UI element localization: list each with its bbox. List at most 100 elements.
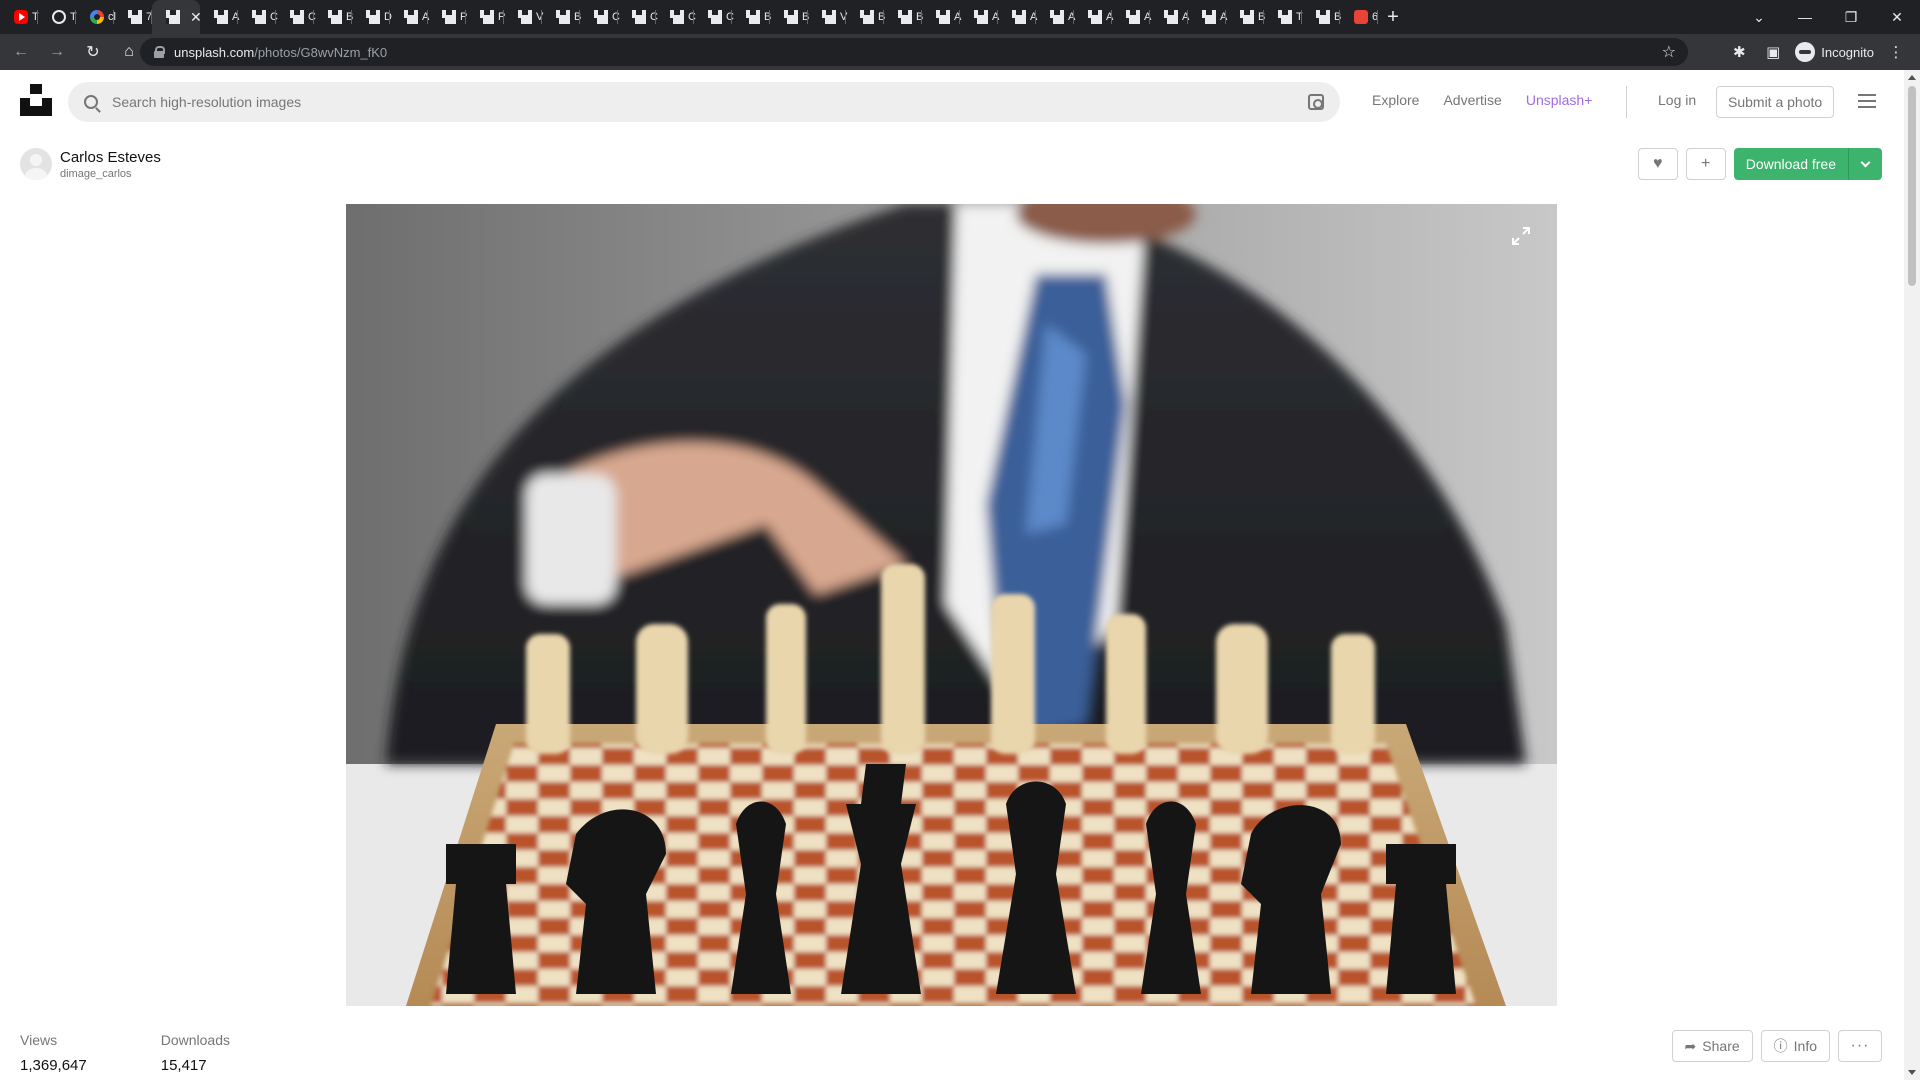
forward-button[interactable]: →: [42, 37, 72, 67]
browser-tab[interactable]: T: [1264, 0, 1303, 34]
browser-tab[interactable]: 6: [1340, 0, 1378, 34]
reload-button[interactable]: ↻: [78, 37, 108, 67]
nav-explore[interactable]: Explore: [1372, 92, 1419, 108]
browser-tab[interactable]: B: [884, 0, 923, 34]
login-link[interactable]: Log in: [1658, 92, 1696, 108]
unsplash-favicon-icon: [898, 10, 912, 24]
browser-tab[interactable]: P: [466, 0, 505, 34]
url-text: unsplash.com/photos/G8wvNzm_fK0: [174, 45, 387, 60]
browser-tab[interactable]: 7: [114, 0, 152, 34]
unsplash-favicon-icon: [860, 10, 874, 24]
toolbar-right: ✱ ▣ Incognito ⋮: [1727, 34, 1920, 70]
more-actions-button[interactable]: ···: [1838, 1030, 1882, 1062]
photo-actions: ♥ + Download free: [1637, 148, 1882, 180]
unsplash-favicon-icon: [1164, 10, 1178, 24]
scroll-down-icon[interactable]: [1908, 1070, 1916, 1075]
scrollbar-thumb[interactable]: [1908, 86, 1916, 286]
unsplash-logo-icon[interactable]: [20, 84, 52, 116]
share-arrow-icon: ➦: [1684, 1037, 1697, 1054]
address-bar[interactable]: unsplash.com/photos/G8wvNzm_fK0 ☆: [140, 38, 1688, 66]
browser-tab[interactable]: B: [846, 0, 885, 34]
extensions-icon[interactable]: ✱: [1727, 40, 1751, 64]
browser-tab[interactable]: B: [770, 0, 809, 34]
browser-tab[interactable]: C: [656, 0, 696, 34]
unsplash-favicon-icon: [632, 10, 646, 24]
browser-tab[interactable]: V: [504, 0, 543, 34]
browser-tab[interactable]: B: [1226, 0, 1265, 34]
browser-tab[interactable]: A: [200, 0, 239, 34]
new-tab-button[interactable]: +: [1378, 0, 1408, 34]
main-photo[interactable]: [346, 204, 1557, 1006]
browser-tab[interactable]: A: [1188, 0, 1227, 34]
browser-tab[interactable]: C: [276, 0, 316, 34]
search-icon[interactable]: [84, 95, 98, 109]
browser-tab[interactable]: A: [1112, 0, 1151, 34]
unsplash-favicon-icon: [290, 10, 304, 24]
plus-icon: +: [1701, 155, 1711, 172]
author-handle[interactable]: dimage_carlos: [60, 168, 161, 180]
browser-tab[interactable]: B: [542, 0, 581, 34]
lock-icon: [154, 46, 165, 58]
browser-tab[interactable]: A: [1150, 0, 1189, 34]
browser-tab[interactable]: P: [428, 0, 467, 34]
hamburger-menu-icon[interactable]: [1858, 94, 1876, 108]
bookmark-star-icon[interactable]: ☆: [1662, 42, 1676, 62]
browser-tab[interactable]: B: [1302, 0, 1341, 34]
unsplash-favicon-icon: [670, 10, 684, 24]
author-name[interactable]: Carlos Esteves: [60, 149, 161, 166]
browser-tab[interactable]: cl: [76, 0, 116, 34]
url-path: /photos/G8wvNzm_fK0: [254, 44, 388, 60]
restore-button[interactable]: ❐: [1828, 0, 1874, 34]
minimize-button[interactable]: —: [1782, 0, 1828, 34]
visual-search-icon[interactable]: [1308, 94, 1324, 110]
search-input[interactable]: [112, 94, 1212, 110]
add-to-collection-button[interactable]: +: [1685, 148, 1726, 180]
share-button[interactable]: ➦ Share: [1671, 1030, 1753, 1062]
page-scrollbar[interactable]: [1904, 70, 1920, 1080]
url-host: unsplash.com: [174, 44, 255, 60]
browser-tab[interactable]: A: [998, 0, 1037, 34]
views-label: Views: [20, 1032, 58, 1048]
browser-tab[interactable]: D: [352, 0, 392, 34]
header-divider: [1626, 86, 1627, 118]
browser-tab[interactable]: C: [694, 0, 734, 34]
browser-tab[interactable]: V: [808, 0, 847, 34]
author-info[interactable]: Carlos Esteves dimage_carlos: [20, 148, 161, 180]
browser-tab[interactable]: C: [580, 0, 620, 34]
info-button[interactable]: ⓘ Info: [1760, 1030, 1830, 1062]
browser-tab[interactable]: C: [238, 0, 278, 34]
unsplash-favicon-icon: [1202, 10, 1216, 24]
browser-tab[interactable]: A: [960, 0, 999, 34]
submit-photo-button[interactable]: Submit a photo: [1716, 86, 1835, 118]
unsplash-favicon-icon: [746, 10, 760, 24]
browser-menu-icon[interactable]: ⋮: [1884, 40, 1908, 64]
unsplash-favicon-icon: [328, 10, 342, 24]
side-panel-icon[interactable]: ▣: [1761, 40, 1785, 64]
browser-tab[interactable]: B: [314, 0, 353, 34]
download-size-dropdown[interactable]: [1848, 148, 1882, 180]
expand-icon[interactable]: [1511, 226, 1531, 246]
browser-tab[interactable]: A: [1036, 0, 1075, 34]
avatar[interactable]: [20, 148, 52, 180]
download-button[interactable]: Download free: [1733, 148, 1848, 180]
nav-unsplash-plus[interactable]: Unsplash+: [1526, 92, 1593, 108]
back-button[interactable]: ←: [6, 37, 36, 67]
nav-advertise[interactable]: Advertise: [1443, 92, 1501, 108]
browser-tab[interactable]: A: [922, 0, 961, 34]
browser-tab[interactable]: T: [38, 0, 77, 34]
close-window-button[interactable]: ✕: [1874, 0, 1920, 34]
browser-tab[interactable]: A: [1074, 0, 1113, 34]
browser-tab[interactable]: B: [732, 0, 771, 34]
unsplash-favicon-icon: [1316, 10, 1330, 24]
incognito-indicator[interactable]: Incognito: [1795, 42, 1874, 62]
bottom-actions: ➦ Share ⓘ Info ···: [1671, 1030, 1882, 1062]
scroll-up-icon[interactable]: [1908, 75, 1916, 80]
browser-tab[interactable]: T: [0, 0, 39, 34]
browser-tab[interactable]: ✕: [152, 0, 202, 34]
like-button[interactable]: ♥: [1637, 148, 1678, 180]
unsplash-favicon-icon: [1012, 10, 1026, 24]
browser-tab[interactable]: C: [618, 0, 658, 34]
unsplash-favicon-icon: [936, 10, 950, 24]
tab-search-icon[interactable]: ⌄: [1736, 0, 1782, 34]
browser-tab[interactable]: A: [390, 0, 429, 34]
